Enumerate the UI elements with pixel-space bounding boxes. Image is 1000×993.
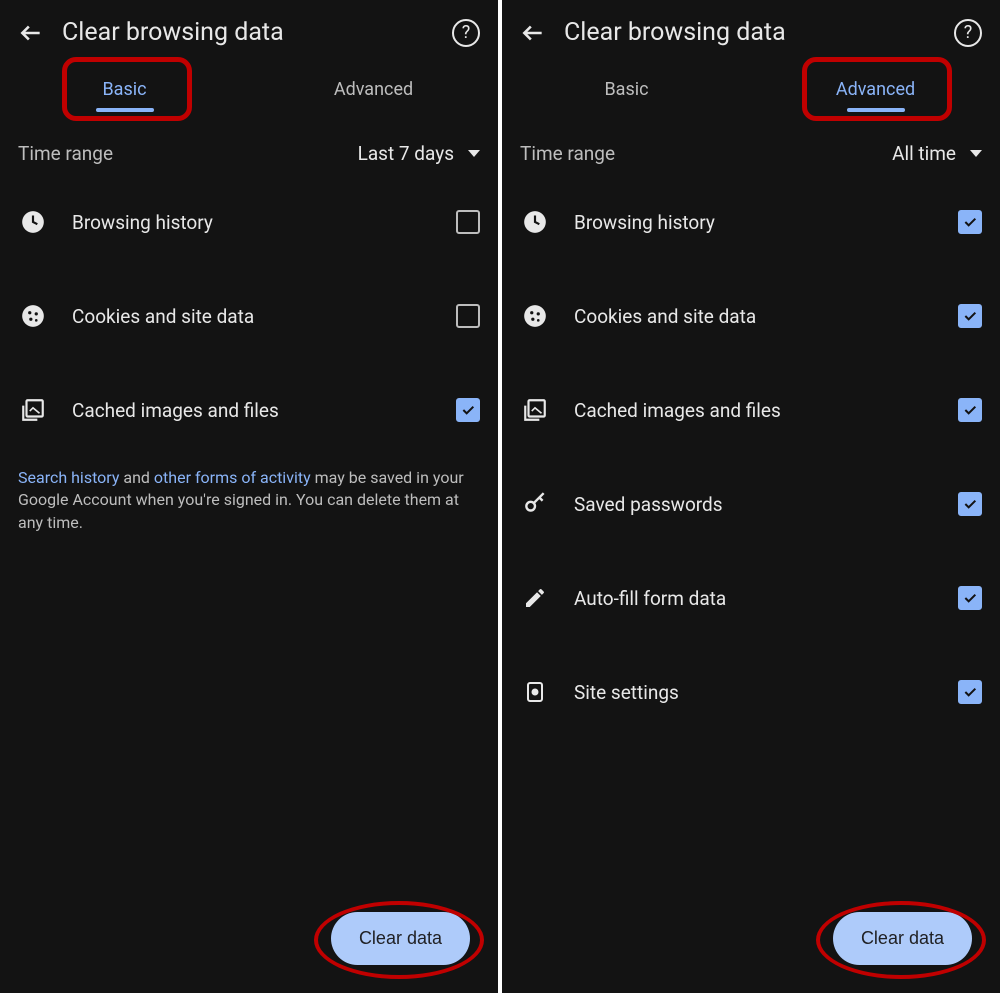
header: Clear browsing data ? [0,0,498,55]
list-item[interactable]: Auto-fill form data [502,551,1000,645]
checkbox-autofill[interactable] [958,586,982,610]
time-range-selector[interactable]: Time range All time [502,124,1000,175]
checkbox-cookies[interactable] [958,304,982,328]
checkbox-browsing-history[interactable] [456,210,480,234]
clear-data-button[interactable]: Clear data [331,912,470,965]
list-item[interactable]: Browsing history [502,175,1000,269]
list-item[interactable]: Cached images and files [0,363,498,457]
item-label: Browsing history [570,211,938,234]
list-item[interactable]: Saved passwords [502,457,1000,551]
time-range-selector[interactable]: Time range Last 7 days [0,124,498,175]
back-icon[interactable] [18,20,44,46]
list-item[interactable]: Cached images and files [502,363,1000,457]
tabs: Basic Advanced [502,55,1000,124]
panel-advanced: Clear browsing data ? Basic Advanced Tim… [502,0,1000,993]
list-item[interactable]: Site settings [502,645,1000,739]
tabs: Basic Advanced [0,55,498,124]
page-title: Clear browsing data [564,18,936,47]
item-label: Cached images and files [570,399,938,422]
item-label: Cookies and site data [68,305,436,328]
clock-icon [18,207,48,237]
item-label: Cached images and files [68,399,436,422]
help-icon[interactable]: ? [452,19,480,47]
checkbox-browsing-history[interactable] [958,210,982,234]
chevron-down-icon [970,150,982,157]
chevron-down-icon [468,150,480,157]
list-item[interactable]: Cookies and site data [0,269,498,363]
item-label: Saved passwords [570,493,938,516]
checkbox-site-settings[interactable] [958,680,982,704]
cookie-icon [520,301,550,331]
settings-page-icon [520,677,550,707]
clock-icon [520,207,550,237]
key-icon [520,489,550,519]
tab-basic[interactable]: Basic [0,69,249,114]
checkbox-cache[interactable] [958,398,982,422]
checkbox-cookies[interactable] [456,304,480,328]
list-item[interactable]: Browsing history [0,175,498,269]
item-label: Cookies and site data [570,305,938,328]
page-title: Clear browsing data [62,18,434,47]
time-range-value: Last 7 days [358,142,454,165]
clear-button-wrap: Clear data [833,912,972,965]
back-icon[interactable] [520,20,546,46]
tab-advanced[interactable]: Advanced [249,69,498,114]
tab-advanced[interactable]: Advanced [751,69,1000,114]
tab-basic[interactable]: Basic [502,69,751,114]
footnote-link[interactable]: other forms of activity [154,468,311,487]
checkbox-passwords[interactable] [958,492,982,516]
items-list: Browsing history Cookies and site data C… [502,175,1000,739]
item-label: Site settings [570,681,938,704]
item-label: Auto-fill form data [570,587,938,610]
time-range-value: All time [892,142,956,165]
panel-basic: Clear browsing data ? Basic Advanced Tim… [0,0,498,993]
help-icon[interactable]: ? [954,19,982,47]
footnote: Search history and other forms of activi… [0,457,498,544]
header: Clear browsing data ? [502,0,1000,55]
checkbox-cache[interactable] [456,398,480,422]
list-item[interactable]: Cookies and site data [502,269,1000,363]
clear-button-wrap: Clear data [331,912,470,965]
item-label: Browsing history [68,211,436,234]
time-range-label: Time range [18,142,358,165]
items-list: Browsing history Cookies and site data C… [0,175,498,457]
cookie-icon [18,301,48,331]
clear-data-button[interactable]: Clear data [833,912,972,965]
footnote-link[interactable]: Search history [18,468,119,487]
time-range-label: Time range [520,142,892,165]
pencil-icon [520,583,550,613]
image-icon [18,395,48,425]
image-icon [520,395,550,425]
